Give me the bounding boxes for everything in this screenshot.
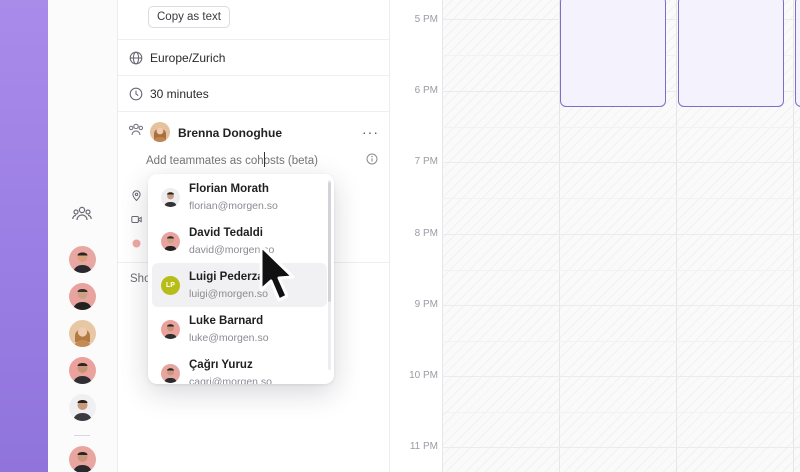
- copy-as-text-button[interactable]: Copy as text: [148, 6, 230, 28]
- host-avatar: [150, 122, 170, 142]
- team-icon: [129, 123, 144, 136]
- calendar-event-block[interactable]: [795, 0, 800, 107]
- avatar: [161, 320, 180, 339]
- timezone-row[interactable]: Europe/Zurich: [118, 39, 390, 75]
- grid-divider: [442, 0, 443, 472]
- team-rail: [48, 0, 118, 472]
- time-label: 8 PM: [414, 228, 438, 239]
- info-icon[interactable]: [366, 153, 378, 165]
- rail-divider: [74, 435, 90, 436]
- time-label: 6 PM: [414, 85, 438, 96]
- avatar[interactable]: [69, 357, 96, 384]
- host-name: Brenna Donoghue: [178, 126, 282, 140]
- time-label: 7 PM: [414, 156, 438, 167]
- half-hour-line: [442, 412, 800, 413]
- cohost-name: David Tedaldi: [189, 227, 263, 239]
- more-options-icon[interactable]: ···: [362, 124, 379, 140]
- cohost-option[interactable]: Luke Barnard luke@morgen.so: [152, 307, 327, 351]
- cohost-email: cagri@morgen.so: [189, 376, 273, 384]
- avatar[interactable]: [69, 283, 96, 310]
- video-icon: [131, 216, 142, 223]
- hour-line: [442, 376, 800, 377]
- mouse-cursor-icon: [259, 244, 295, 302]
- cohost-email: luke@morgen.so: [189, 332, 269, 344]
- cohost-option[interactable]: Çağrı Yuruz cagri@morgen.so: [152, 351, 327, 384]
- time-label: 9 PM: [414, 299, 438, 310]
- cohost-option[interactable]: Florian Morath florian@morgen.so: [152, 175, 327, 219]
- time-label: 11 PM: [409, 441, 438, 452]
- hour-line: [442, 305, 800, 306]
- hour-line: [442, 447, 800, 448]
- avatar[interactable]: [69, 246, 96, 273]
- initials-avatar: LP: [161, 276, 180, 295]
- cohost-name: Çağrı Yuruz: [189, 359, 253, 371]
- avatar[interactable]: [69, 446, 96, 472]
- time-label: 5 PM: [414, 14, 438, 25]
- avatar: [161, 188, 180, 207]
- window-background-edge: [0, 0, 48, 472]
- text-caret: [264, 152, 265, 167]
- clock-icon: [129, 87, 143, 101]
- hour-line: [442, 234, 800, 235]
- time-label: 10 PM: [409, 370, 438, 381]
- cohost-suggestions-dropdown: Florian Morath florian@morgen.so David T…: [148, 174, 334, 384]
- half-hour-line: [442, 198, 800, 199]
- grid-divider: [676, 0, 677, 472]
- cohost-name: Luke Barnard: [189, 315, 264, 327]
- cohost-option[interactable]: David Tedaldi david@morgen.so: [152, 219, 327, 263]
- scrollbar-thumb[interactable]: [328, 182, 331, 302]
- half-hour-line: [442, 270, 800, 271]
- avatar: [161, 364, 180, 383]
- avatar[interactable]: [69, 320, 96, 347]
- duration-row[interactable]: 30 minutes: [118, 75, 390, 111]
- calendar-event-block[interactable]: [678, 0, 784, 107]
- half-hour-line: [442, 127, 800, 128]
- calendar-view: 5 PM 6 PM 7 PM 8 PM 9 PM 10 PM 11 PM: [390, 0, 800, 472]
- time-gutter: 5 PM 6 PM 7 PM 8 PM 9 PM 10 PM 11 PM: [390, 0, 442, 472]
- team-icon[interactable]: [72, 206, 92, 222]
- half-hour-line: [442, 341, 800, 342]
- location-pin-icon: [132, 190, 141, 201]
- cohost-search-input[interactable]: [146, 152, 361, 170]
- cohost-email: florian@morgen.so: [189, 200, 278, 212]
- duration-value: 30 minutes: [150, 87, 209, 101]
- cohost-option-highlighted[interactable]: LP Luigi Pederzani luigi@morgen.so: [152, 263, 327, 307]
- cohost-name: Florian Morath: [189, 183, 269, 195]
- avatar: [161, 232, 180, 251]
- globe-icon: [129, 51, 143, 65]
- grid-divider: [793, 0, 794, 472]
- avatar[interactable]: [69, 394, 96, 421]
- status-dot-icon: [132, 239, 141, 248]
- timezone-value: Europe/Zurich: [150, 51, 226, 65]
- calendar-event-block[interactable]: [560, 0, 666, 107]
- hour-line: [442, 162, 800, 163]
